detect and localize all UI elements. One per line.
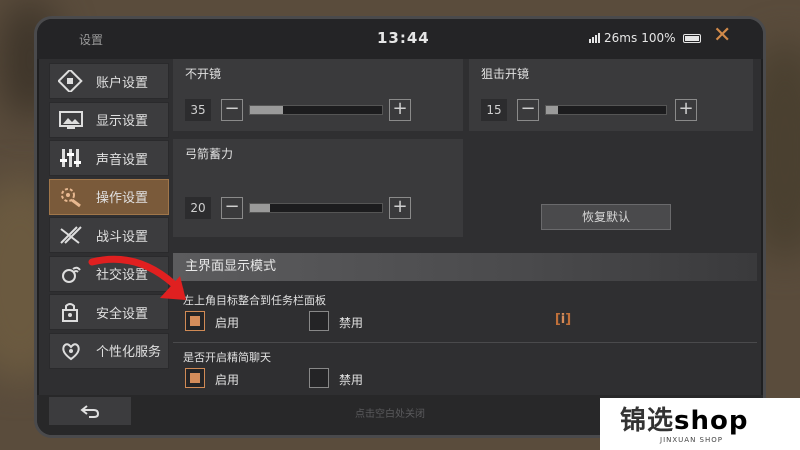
sidebar: 账户设置 显示设置 声音设置 操作设置 战斗设置 社交设置 安全设置 个性化服务 (49, 63, 169, 371)
watermark: 锦选shop JINXUAN SHOP (600, 398, 800, 450)
display-icon (54, 103, 88, 137)
sidebar-item-security[interactable]: 安全设置 (49, 294, 169, 330)
option-label: 是否开启精简聊天 (183, 351, 271, 364)
slider-fill (250, 106, 283, 114)
slider-value: 35 (185, 99, 211, 121)
slider-panel-bow-charge: 弓箭蓄力 20 − + (173, 139, 463, 237)
option2-disable-label: 禁用 (339, 373, 364, 387)
battery-icon (682, 33, 701, 43)
option2-enable-label: 启用 (215, 373, 240, 387)
sidebar-item-display[interactable]: 显示设置 (49, 101, 169, 138)
slider-panel-no-scope: 不开镜 35 − + (173, 59, 463, 131)
slider-label: 不开镜 (185, 67, 222, 81)
battery-text: 100% (641, 31, 676, 45)
slider-fill (546, 106, 558, 114)
info-icon[interactable]: [i] (551, 311, 575, 331)
sidebar-item-label: 账户设置 (96, 75, 149, 91)
plus-button[interactable]: + (389, 99, 411, 121)
window-title: 设置 (79, 33, 104, 47)
slider-track[interactable] (249, 203, 383, 213)
slider-value: 20 (185, 197, 211, 219)
slider-label: 狙击开镜 (481, 67, 530, 81)
security-icon (54, 295, 88, 329)
sidebar-item-personalize[interactable]: 个性化服务 (49, 332, 169, 369)
sidebar-item-label: 操作设置 (96, 191, 149, 206)
slider-label: 弓箭蓄力 (185, 147, 234, 161)
control-icon (54, 180, 88, 214)
sidebar-item-sound[interactable]: 声音设置 (49, 140, 169, 176)
divider (173, 342, 757, 343)
plus-button[interactable]: + (389, 197, 411, 219)
battle-icon (54, 218, 88, 252)
reset-default-button[interactable]: 恢复默认 (541, 204, 671, 230)
slider-value: 15 (481, 99, 507, 121)
content-area: 不开镜 35 − + 狙击开镜 15 − + 弓箭蓄力 20 − + 恢复默认 … (169, 59, 757, 399)
sidebar-item-label: 安全设置 (96, 306, 149, 322)
option-label: 左上角目标整合到任务栏面板 (183, 294, 326, 307)
back-button[interactable] (49, 397, 131, 425)
slider-track[interactable] (249, 105, 383, 115)
minus-button[interactable]: − (221, 197, 243, 219)
sidebar-item-social[interactable]: 社交设置 (49, 255, 169, 292)
minus-button[interactable]: − (517, 99, 539, 121)
sidebar-item-label: 战斗设置 (96, 229, 149, 245)
slider-panel-sniper-scope: 狙击开镜 15 − + (469, 59, 753, 131)
sound-icon (54, 141, 88, 175)
minus-button[interactable]: − (221, 99, 243, 121)
option1-enable-checkbox[interactable] (185, 311, 205, 331)
plus-button[interactable]: + (675, 99, 697, 121)
slider-fill (250, 204, 270, 212)
close-icon[interactable]: ✕ (713, 25, 731, 47)
ping-text: 26ms (604, 31, 638, 45)
option2-enable-checkbox[interactable] (185, 368, 205, 388)
sidebar-item-battle[interactable]: 战斗设置 (49, 217, 169, 253)
sidebar-item-label: 社交设置 (96, 268, 149, 283)
slider-track[interactable] (545, 105, 667, 115)
option1-disable-checkbox[interactable] (309, 311, 329, 331)
option1-disable-label: 禁用 (339, 316, 364, 330)
watermark-logo: 锦选shop (620, 406, 749, 436)
watermark-subtitle: JINXUAN SHOP (660, 436, 723, 444)
settings-window: 设置 13:44 26ms 100% ✕ 账户设置 显示设置 声音设置 操作设置… (34, 16, 766, 438)
close-hint: 点击空白处关闭 (355, 409, 425, 420)
option2-disable-checkbox[interactable] (309, 368, 329, 388)
sidebar-item-label: 显示设置 (96, 114, 149, 129)
sidebar-item-account[interactable]: 账户设置 (49, 63, 169, 99)
top-bar: 设置 13:44 26ms 100% ✕ (37, 19, 763, 59)
sidebar-item-controls[interactable]: 操作设置 (49, 178, 169, 215)
signal-icon (589, 33, 600, 43)
section-title: 主界面显示模式 (173, 253, 757, 281)
social-icon (54, 257, 88, 291)
sidebar-item-label: 声音设置 (96, 152, 149, 168)
option1-enable-label: 启用 (215, 316, 240, 330)
sidebar-item-label: 个性化服务 (96, 345, 162, 360)
back-icon (80, 405, 100, 418)
personalize-icon (54, 334, 88, 368)
clock: 13:44 (377, 29, 430, 47)
status-area: 26ms 100% (589, 31, 701, 45)
account-icon (54, 64, 88, 98)
